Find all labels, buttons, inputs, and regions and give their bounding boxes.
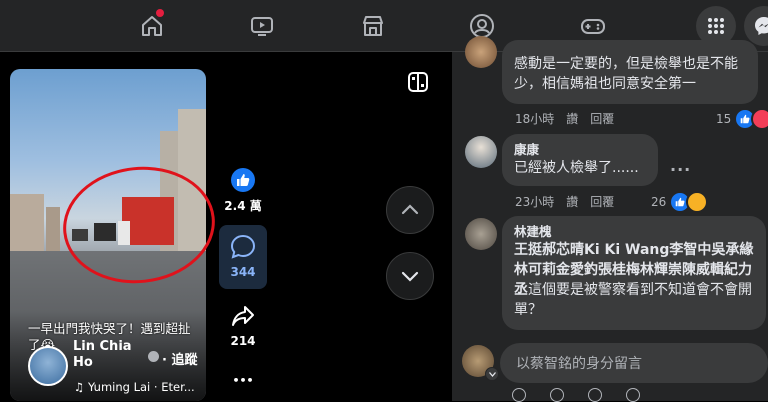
comment-reactions[interactable]: 26 [651,191,709,213]
comment-options-icon[interactable]: ··· [670,160,691,179]
comment-reply-button[interactable]: 回覆 [590,195,614,209]
reel-user-name[interactable]: Lin Chia Ho [73,339,137,371]
comment-count: 344 [230,265,256,279]
next-reel-button[interactable] [386,252,434,300]
comment-text: 已經被人檢舉了...... [514,160,639,176]
home-icon[interactable] [134,8,170,44]
comment-like-button[interactable]: 讚 [566,195,578,209]
chevron-down-icon[interactable] [485,367,499,381]
comment-bubble: 感動是一定要的，但是檢舉也是不能少，相信媽祖也同意安全第一 [502,40,758,104]
gif-icon[interactable] [588,388,602,402]
commenter-avatar[interactable] [465,36,497,68]
emoji-icon[interactable] [512,388,526,402]
share-button[interactable]: 214 [220,305,266,348]
globe-icon [148,351,159,362]
comment-reactions[interactable]: 15 [716,108,768,130]
like-icon [231,168,255,192]
switch-view-icon[interactable] [407,71,431,95]
commenter-name[interactable]: 林建槐 [514,223,754,240]
wow-reaction-icon [686,191,709,213]
watch-icon[interactable] [244,8,280,44]
comment-action[interactable]: 344 [220,234,266,279]
avatar[interactable] [28,346,68,386]
camera-icon[interactable] [550,388,564,402]
audio-track[interactable]: ♫ Yuming Lai · Eter... [74,380,195,394]
like-button[interactable]: 2.4 萬 [220,168,266,214]
love-reaction-icon [751,108,768,130]
commenter-name[interactable]: 康康 [514,141,646,158]
gaming-icon[interactable] [575,8,611,44]
reaction-count: 15 [716,112,732,126]
comment-composer[interactable] [500,343,768,385]
follow-button[interactable]: · 追蹤 [162,349,197,368]
comment-time[interactable]: 18小時 [515,112,554,126]
share-icon [232,306,254,326]
comment-text: 感動是一定要的，但是檢舉也是不能少，相信媽祖也同意安全第一 [514,56,738,92]
comment-time[interactable]: 23小時 [515,195,554,209]
comment-meta: 18小時讚回覆 [515,110,626,127]
share-count: 214 [230,334,256,348]
composer-tools [512,388,640,402]
comment-reply-button[interactable]: 回覆 [590,112,614,126]
chevron-up-icon [401,204,419,215]
comment-bubble: 康康 已經被人檢舉了...... [502,134,658,186]
comment-like-button[interactable]: 讚 [566,112,578,126]
comment-meta: 23小時讚回覆 [515,193,626,210]
chevron-down-icon [401,271,419,282]
comment-text: 王挺郝芯晴Ki Ki Wang李智中吳承緣林可莉金愛釣張桂梅林輝崇陳威輯紀力丞這… [514,240,754,320]
comment-icon [230,234,256,259]
previous-reel-button[interactable] [386,186,434,234]
reaction-count: 26 [651,195,667,209]
comment-body: 這個要是被警察看到不知道會不會開單？ [514,282,752,318]
commenter-avatar[interactable] [465,218,497,250]
like-count: 2.4 萬 [224,199,262,213]
messenger-icon[interactable] [744,6,768,46]
marketplace-icon[interactable] [355,8,391,44]
sticker-icon[interactable] [626,388,640,402]
commenter-avatar[interactable] [465,136,497,168]
more-button[interactable]: ••• [220,374,266,387]
comment-bubble: 林建槐 王挺郝芯晴Ki Ki Wang李智中吳承緣林可莉金愛釣張桂梅林輝崇陳威輯… [502,216,766,330]
comment-input[interactable] [514,343,758,385]
notification-dot [156,9,164,17]
